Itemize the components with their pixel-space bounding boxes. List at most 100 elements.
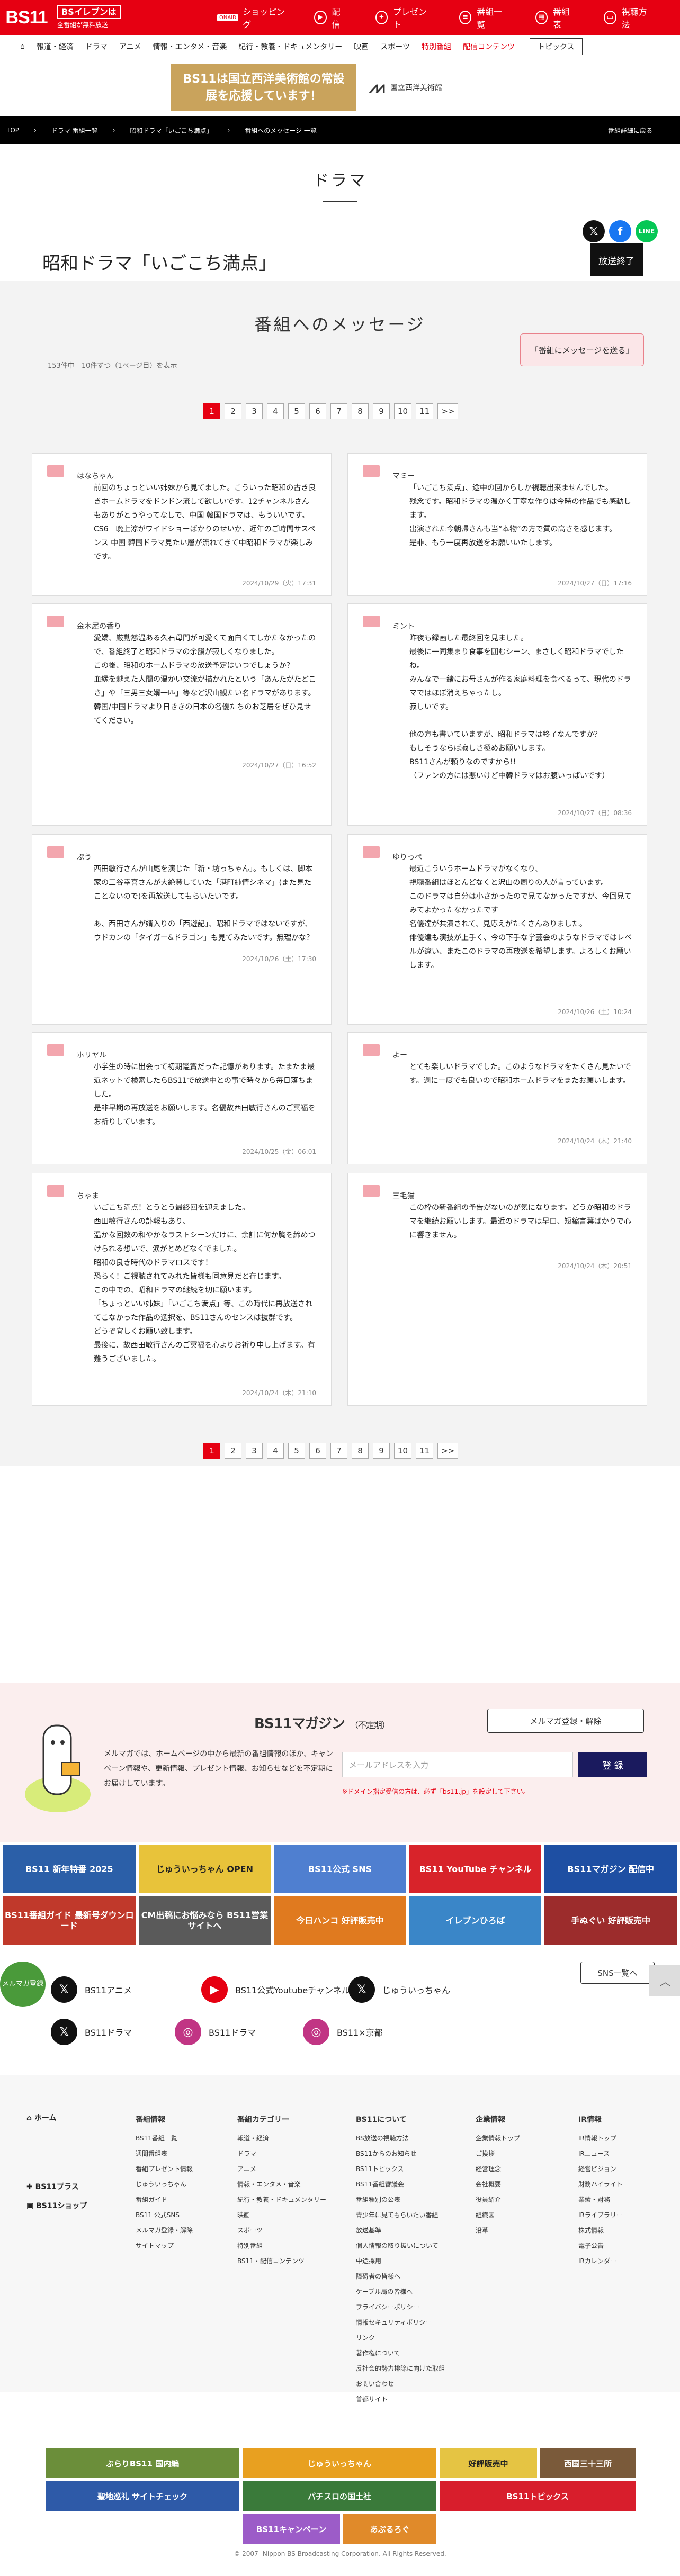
footer-link[interactable]: 会社概要 <box>476 2177 520 2192</box>
footer-banner[interactable]: パチスロの国土社 <box>243 2481 436 2511</box>
cat-drama[interactable]: ドラマ <box>85 41 108 52</box>
footer-link[interactable]: 映画 <box>237 2208 326 2223</box>
footer-link[interactable]: プライバシーポリシー <box>356 2300 445 2315</box>
promo-banner[interactable]: 手ぬぐい 好評販売中 <box>544 1896 677 1945</box>
museum-banner[interactable]: BS11は国立西洋美術館の常設展を応援しています！ ⩘⩘ 国立西洋美術館 <box>171 64 509 111</box>
footer-link[interactable]: BS11 公式SNS <box>136 2208 193 2223</box>
footer-link[interactable]: 著作権について <box>356 2346 445 2361</box>
breadcrumb-top[interactable]: TOP <box>6 126 19 134</box>
footer-link[interactable]: 番組ガイド <box>136 2192 193 2208</box>
footer-link[interactable]: じゅういっちゃん <box>136 2177 193 2192</box>
footer-link[interactable]: 週間番組表 <box>136 2146 193 2162</box>
promo-banner[interactable]: CM出稿にお悩みなら BS11営業サイトへ <box>138 1896 271 1945</box>
cat-anime[interactable]: アニメ <box>119 41 141 52</box>
footer-link[interactable]: サイトマップ <box>136 2238 193 2254</box>
page-9[interactable]: 9 <box>373 403 390 419</box>
footer-banner[interactable]: じゅういっちゃん <box>243 2448 436 2478</box>
footer-link[interactable]: 役員紹介 <box>476 2192 520 2208</box>
page-next[interactable]: >> <box>437 403 459 419</box>
footer-banner[interactable]: 好評販売中 <box>440 2448 537 2478</box>
sns-link-anime[interactable]: 𝕏 BS11アニメ <box>51 1976 132 2003</box>
page-1[interactable]: 1 <box>203 403 220 419</box>
cat-sports[interactable]: スポーツ <box>380 41 410 52</box>
footer-link[interactable]: 障碍者の皆様へ <box>356 2269 445 2284</box>
footer-link[interactable]: BS11からのお知らせ <box>356 2146 445 2162</box>
footer-link[interactable]: 経営理念 <box>476 2162 520 2177</box>
promo-banner[interactable]: BS11番組ガイド 最新号ダウンロード <box>3 1896 136 1945</box>
nav-streaming[interactable]: ▶ 配信 <box>314 5 346 30</box>
footer-link[interactable]: メルマガ登録・解除 <box>136 2223 193 2238</box>
cat-special[interactable]: 特別番組 <box>422 41 451 52</box>
promo-banner[interactable]: BS11 YouTube チャンネル <box>409 1845 542 1893</box>
footer-link[interactable]: アニメ <box>237 2162 326 2177</box>
nav-shopping[interactable]: ONAIR ショッピング <box>217 5 285 30</box>
promo-banner[interactable]: 今日ハンコ 好評販売中 <box>274 1896 406 1945</box>
footer-plus-link[interactable]: ✚ BS11プラス <box>26 2181 79 2192</box>
nav-schedule[interactable]: ▦ 番組表 <box>535 5 575 30</box>
promo-banner[interactable]: BS11公式 SNS <box>274 1845 406 1893</box>
footer-link[interactable]: 情報セキュリティポリシー <box>356 2315 445 2330</box>
footer-home-link[interactable]: ⌂ ホーム <box>26 2112 57 2123</box>
footer-link[interactable]: 番組種別の公表 <box>356 2192 445 2208</box>
footer-link[interactable]: IRカレンダー <box>578 2254 623 2269</box>
cat-entertainment[interactable]: 情報・エンタメ・音楽 <box>153 41 227 52</box>
page-10[interactable]: 10 <box>394 1443 412 1459</box>
sns-link-drama-instagram[interactable]: ◎ BS11ドラマ <box>175 2019 256 2045</box>
footer-link[interactable]: 電子公告 <box>578 2238 623 2254</box>
footer-link[interactable]: 首都サイト <box>356 2392 445 2407</box>
footer-link[interactable]: 経営ビジョン <box>578 2162 623 2177</box>
footer-link[interactable]: IRライブラリー <box>578 2208 623 2223</box>
page-9[interactable]: 9 <box>373 1443 390 1459</box>
promo-banner[interactable]: BS11マガジン 配信中 <box>544 1845 677 1893</box>
facebook-share-icon[interactable]: f <box>609 220 631 242</box>
sns-link-juichan[interactable]: 𝕏 じゅういっちゃん <box>348 1976 450 2003</box>
newsletter-submit-button[interactable]: 登 録 <box>578 1752 647 1777</box>
footer-link[interactable]: お問い合わせ <box>356 2376 445 2392</box>
footer-link[interactable]: ご挨拶 <box>476 2146 520 2162</box>
footer-banner[interactable]: 聖地巡礼 サイトチェック <box>46 2481 239 2511</box>
footer-link[interactable]: ドラマ <box>237 2146 326 2162</box>
sns-link-drama-x[interactable]: 𝕏 BS11ドラマ <box>51 2019 132 2045</box>
page-3[interactable]: 3 <box>246 1443 263 1459</box>
page-5[interactable]: 5 <box>288 1443 305 1459</box>
footer-link[interactable]: 組織図 <box>476 2208 520 2223</box>
footer-link[interactable]: スポーツ <box>237 2223 326 2238</box>
footer-link[interactable]: BS11・配信コンテンツ <box>237 2254 326 2269</box>
footer-link[interactable]: 放送基準 <box>356 2223 445 2238</box>
page-4[interactable]: 4 <box>267 1443 284 1459</box>
page-11[interactable]: 11 <box>416 403 434 419</box>
footer-link[interactable]: 報道・経済 <box>237 2131 326 2146</box>
promo-banner[interactable]: イレブンひろば <box>409 1896 542 1945</box>
footer-link[interactable]: BS11番組審議会 <box>356 2177 445 2192</box>
footer-link[interactable]: IRニュース <box>578 2146 623 2162</box>
page-8[interactable]: 8 <box>352 403 369 419</box>
cat-streaming[interactable]: 配信コンテンツ <box>463 41 515 52</box>
page-6[interactable]: 6 <box>309 403 326 419</box>
footer-link[interactable]: IR情報トップ <box>578 2131 623 2146</box>
back-to-program-link[interactable]: 番組詳細に戻る <box>608 126 652 135</box>
breadcrumb-program[interactable]: 昭和ドラマ「いごこち満点」 <box>130 126 212 135</box>
nav-programs[interactable]: ≡ 番組一覧 <box>459 5 507 30</box>
page-7[interactable]: 7 <box>330 1443 347 1459</box>
promo-banner[interactable]: BS11 新年特番 2025 <box>3 1845 136 1893</box>
home-icon[interactable]: ⌂ <box>20 42 25 51</box>
nav-present[interactable]: ✦ プレゼント <box>375 5 431 30</box>
breadcrumb-drama[interactable]: ドラマ 番組一覧 <box>51 126 98 135</box>
cat-documentary[interactable]: 紀行・教養・ドキュメンタリー <box>238 41 342 52</box>
page-3[interactable]: 3 <box>246 403 263 419</box>
footer-shop-link[interactable]: ▣ BS11ショップ <box>26 2200 87 2211</box>
page-6[interactable]: 6 <box>309 1443 326 1459</box>
footer-link[interactable]: 業績・財務 <box>578 2192 623 2208</box>
footer-link[interactable]: 株式情報 <box>578 2223 623 2238</box>
email-input[interactable]: メールアドレスを入力 <box>342 1752 573 1777</box>
page-10[interactable]: 10 <box>394 403 412 419</box>
footer-link[interactable]: 反社会的勢力排除に向けた取組 <box>356 2361 445 2376</box>
mail-register-badge[interactable]: メルマガ登録 <box>0 1962 46 2007</box>
footer-link[interactable]: 中途採用 <box>356 2254 445 2269</box>
page-5[interactable]: 5 <box>288 403 305 419</box>
footer-banner[interactable]: BS11キャンペーン <box>243 2514 340 2544</box>
footer-link[interactable]: ケーブル局の皆様へ <box>356 2284 445 2300</box>
footer-link[interactable]: BS11番組一覧 <box>136 2131 193 2146</box>
sns-link-kyoto[interactable]: ◎ BS11×京都 <box>303 2019 383 2045</box>
footer-banner[interactable]: BS11トピックス <box>440 2481 636 2511</box>
